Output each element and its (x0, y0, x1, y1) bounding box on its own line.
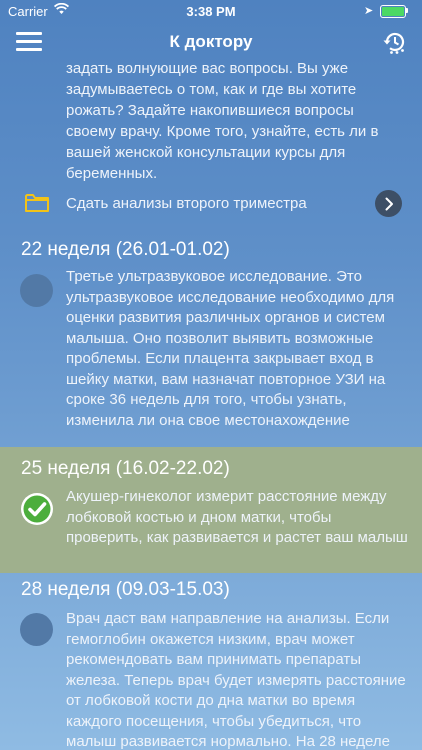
week-item-text: Врач даст вам направление на анализы. Ес… (66, 610, 406, 750)
location-arrow-icon: ➤ (364, 5, 374, 17)
status-circle-empty[interactable] (20, 613, 53, 646)
week-item-text: Третье ультразвуковое исследование. Это … (66, 268, 395, 429)
chevron-right-icon (385, 197, 393, 210)
battery-tip (406, 8, 408, 13)
history-clock-icon (383, 32, 405, 54)
week-header: 28 неделя (09.03-15.03) (21, 579, 230, 600)
status-bar: Carrier 3:38 PM ➤ (0, 0, 422, 22)
battery-icon (380, 5, 406, 18)
page-title: К доктору (169, 32, 253, 51)
history-button[interactable] (381, 28, 409, 56)
week-header: 22 неделя (26.01-01.02) (21, 239, 230, 260)
folder-icon (25, 194, 49, 212)
navigation-bar: К доктору (0, 22, 422, 62)
week-header: 25 неделя (16.02-22.02) (21, 458, 230, 479)
status-circle-empty[interactable] (20, 274, 53, 307)
checkmark-done-icon[interactable] (20, 492, 54, 526)
chevron-right-button[interactable] (375, 190, 402, 217)
intro-text: задать волнующие вас вопросы. Вы уже зад… (66, 62, 379, 182)
link-label: Сдать анализы второго триместра (66, 195, 307, 212)
week-item-text: Акушер-гинеколог измерит расстояние межд… (66, 488, 408, 546)
second-trimester-tests-link[interactable]: Сдать анализы второго триместра (0, 186, 422, 220)
schedule-list[interactable]: задать волнующие вас вопросы. Вы уже зад… (0, 62, 422, 750)
clock: 3:38 PM (186, 4, 236, 19)
